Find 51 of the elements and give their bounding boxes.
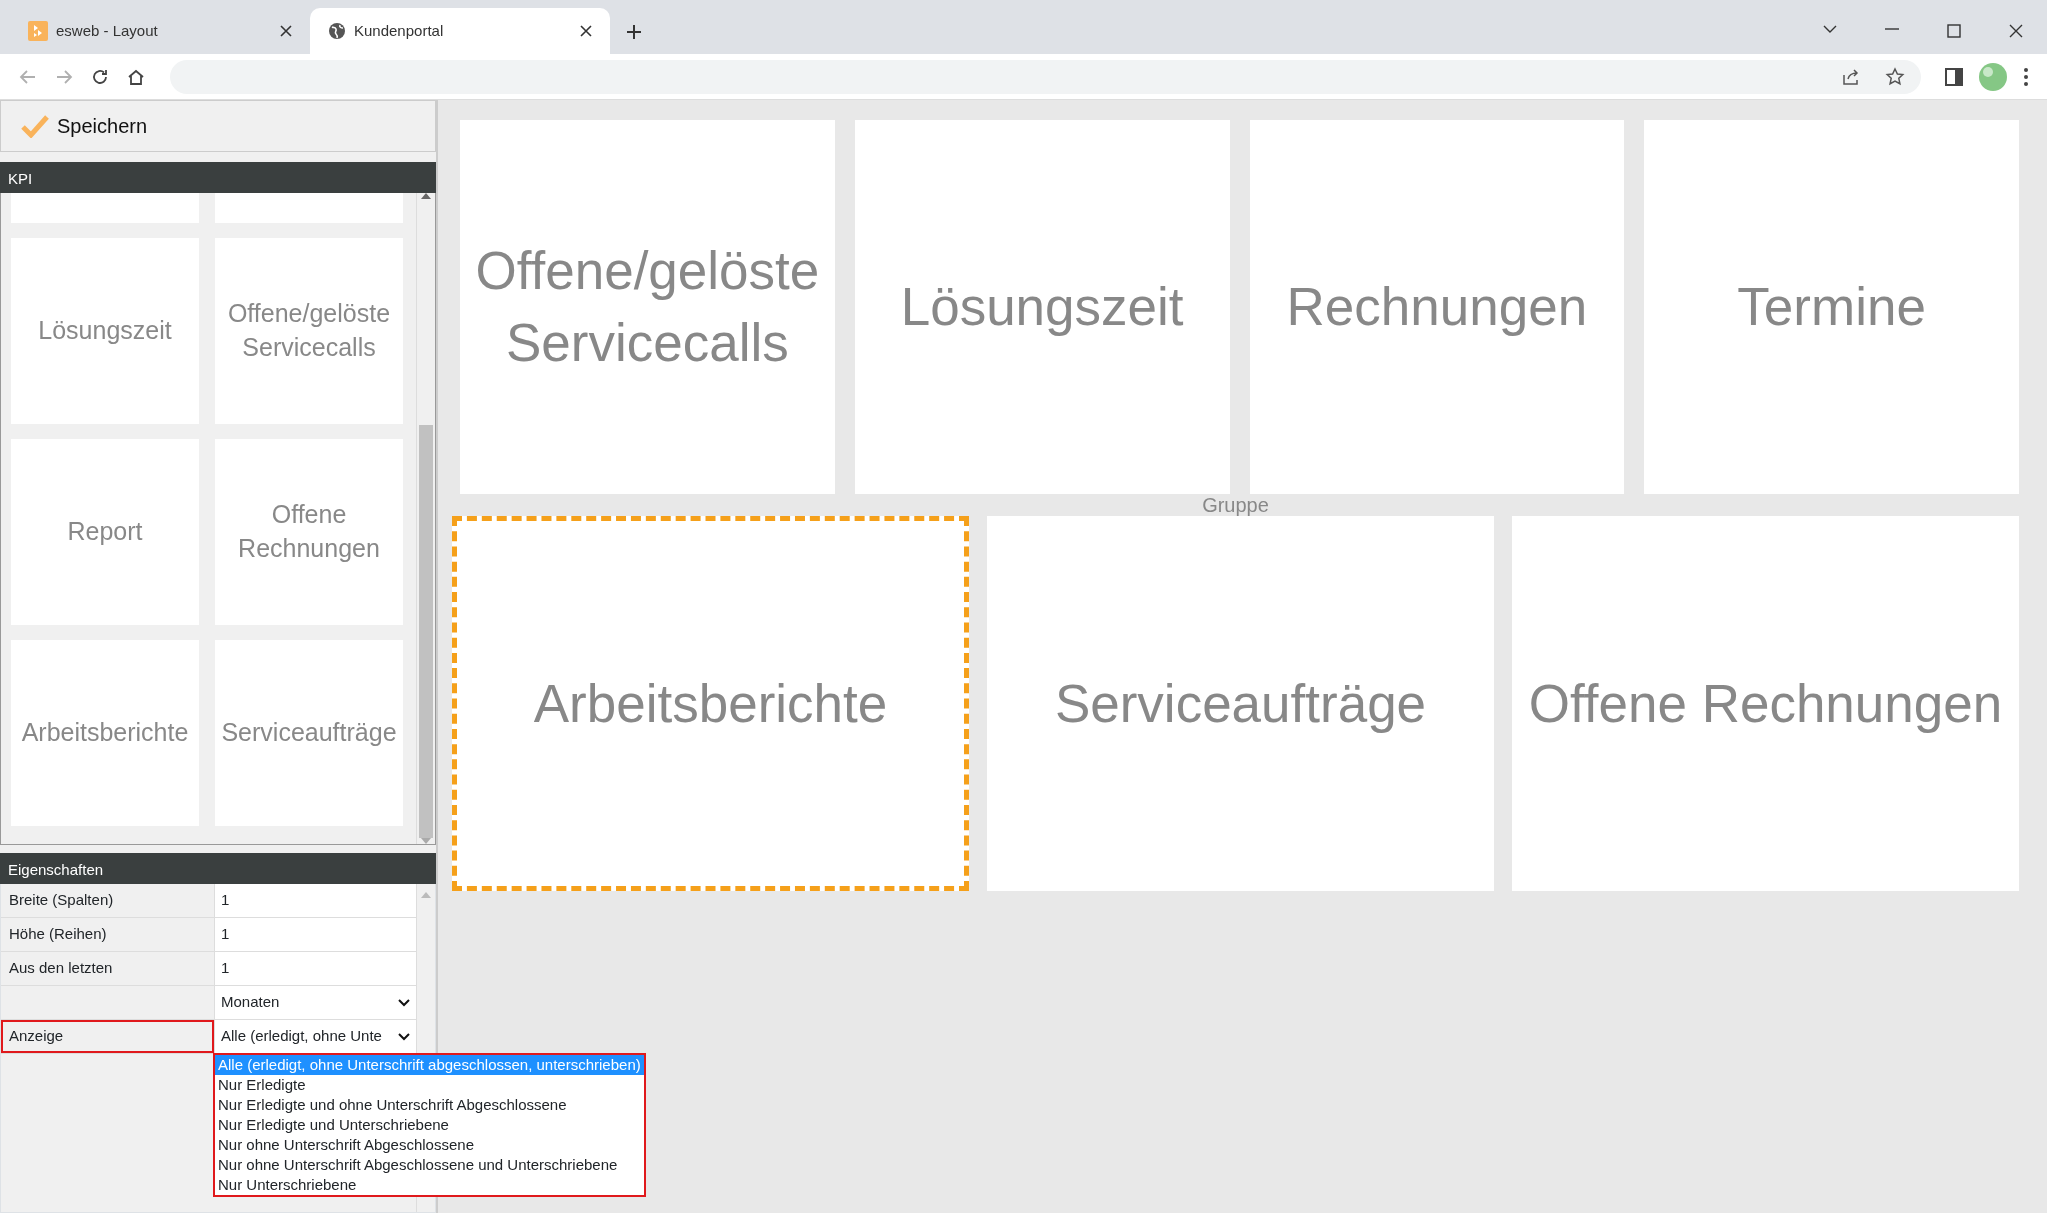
globe-icon: [328, 22, 346, 40]
tab-title: Kundenportal: [354, 20, 445, 41]
chevron-down-icon[interactable]: [1823, 24, 1837, 34]
dashboard-tile[interactable]: Offene/gelöste Servicecalls: [460, 120, 835, 494]
kpi-tile[interactable]: [11, 193, 199, 223]
chevron-down-icon: [398, 998, 410, 1007]
dropdown-option[interactable]: Nur ohne Unterschrift Abgeschlossene: [215, 1135, 644, 1155]
kpi-tile[interactable]: Lösungszeit: [11, 238, 199, 424]
close-icon[interactable]: [580, 25, 592, 37]
kpi-tile[interactable]: Offene/gelöste Servicecalls: [215, 238, 403, 424]
dropdown-option[interactable]: Nur Erledigte: [215, 1075, 644, 1095]
tab-title: esweb - Layout: [56, 20, 159, 41]
dashboard-tile[interactable]: Termine: [1644, 120, 2019, 494]
scrollbar-thumb[interactable]: [419, 425, 433, 838]
dashboard-tile[interactable]: Lösungszeit: [854, 120, 1230, 494]
browser-tab[interactable]: esweb - Layout: [10, 8, 310, 54]
kpi-tile[interactable]: Arbeitsberichte: [11, 640, 199, 826]
dashboard-tile[interactable]: Serviceaufträge: [987, 516, 1494, 891]
select-field[interactable]: Monaten: [214, 986, 416, 1019]
panel-header: KPI: [0, 162, 436, 193]
kpi-tile[interactable]: [215, 193, 403, 223]
save-button[interactable]: Speichern: [0, 100, 436, 152]
select-field[interactable]: Alle (erledigt, ohne Unte: [214, 1020, 416, 1053]
dashboard-tile[interactable]: Offene Rechnungen: [1512, 516, 2019, 891]
dropdown-option[interactable]: Nur Erledigte und ohne Unterschrift Abgeschlossene: [215, 1095, 644, 1115]
browser-tab[interactable]: Kundenportal: [310, 8, 610, 54]
dropdown-option[interactable]: Nur ohne Unterschrift Abgeschlossene und Unterschriebene: [215, 1155, 644, 1175]
maximize-icon[interactable]: [1947, 24, 1961, 38]
chevron-down-icon: [398, 1032, 410, 1041]
group-label: Gruppe: [1201, 494, 1270, 516]
new-tab-icon[interactable]: [626, 23, 642, 40]
checkmark-icon: [21, 114, 49, 138]
share-icon[interactable]: [1841, 66, 1861, 87]
close-icon[interactable]: [2009, 24, 2023, 38]
text-field[interactable]: 1: [214, 884, 416, 917]
dashboard-tile[interactable]: Rechnungen: [1249, 120, 1625, 494]
kpi-tile[interactable]: Serviceaufträge: [215, 640, 403, 826]
dropdown-option[interactable]: Nur Erledigte und Unterschriebene: [215, 1115, 644, 1135]
close-icon[interactable]: [280, 25, 292, 37]
app-logo-icon: [28, 21, 48, 41]
panel-header: Eigenschaften: [0, 853, 436, 884]
property-label: Anzeige: [1, 1020, 214, 1053]
dropdown-option[interactable]: Nur Unterschriebene: [215, 1175, 644, 1195]
kpi-tile[interactable]: Offene Rechnungen: [215, 439, 403, 625]
more-menu-icon[interactable]: [2023, 66, 2029, 87]
side-panel-icon[interactable]: [1945, 67, 1963, 86]
dashboard-tile[interactable]: Arbeitsberichte: [452, 516, 969, 891]
text-field[interactable]: 1: [214, 918, 416, 951]
kpi-tile[interactable]: Report: [11, 439, 199, 625]
text-field[interactable]: 1: [214, 952, 416, 985]
star-icon[interactable]: [1885, 66, 1905, 87]
